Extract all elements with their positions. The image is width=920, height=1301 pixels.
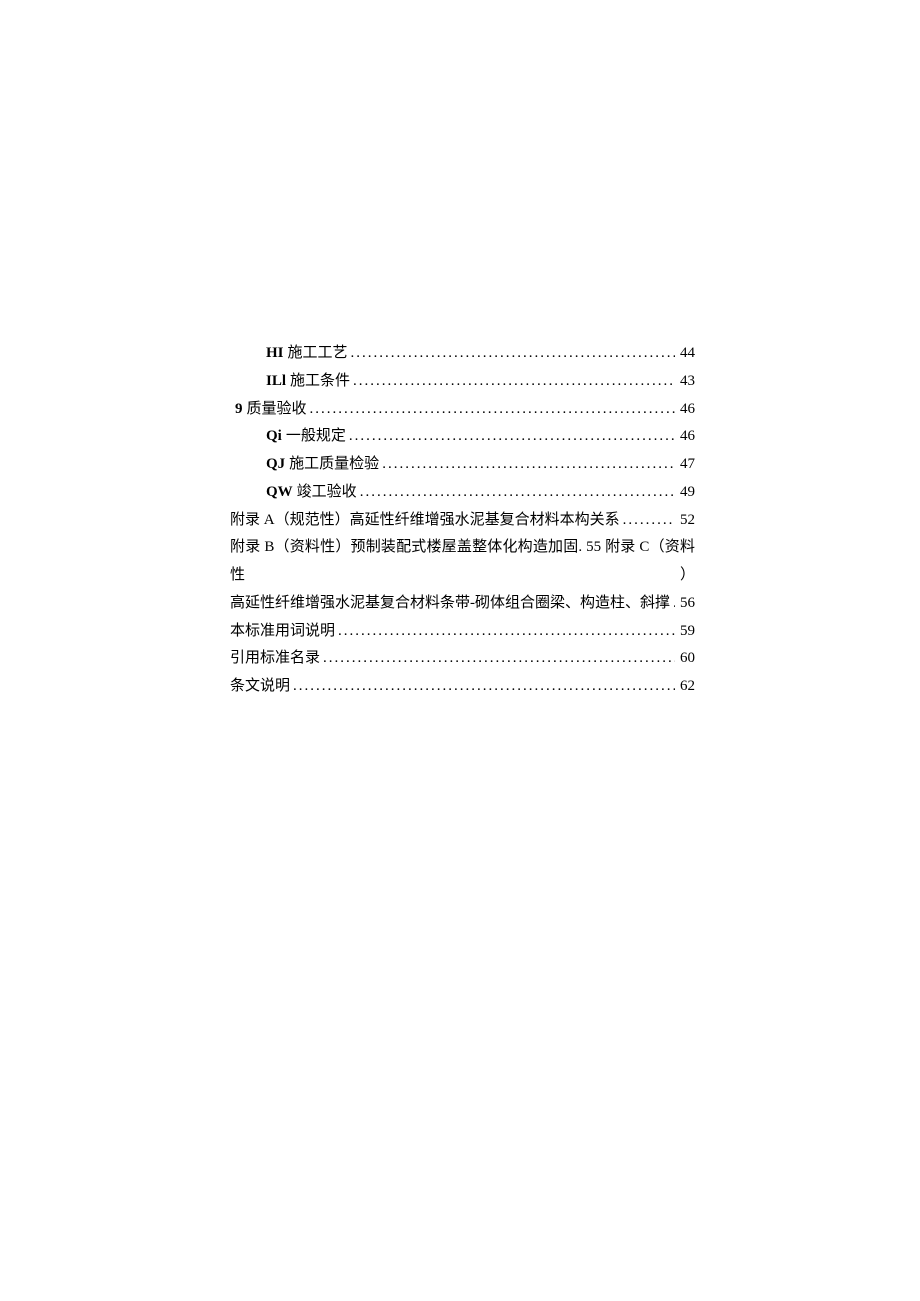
- toc-row: 9 质量验收 46: [230, 396, 695, 424]
- toc-page-number: 56: [678, 590, 695, 618]
- toc-title: 高延性纤维增强水泥基复合材料条带-砌体组合圈梁、构造柱、斜撑: [230, 590, 670, 618]
- toc-leader-dots: [307, 396, 678, 424]
- toc-title: 附录 A（规范性）高延性纤维增强水泥基复合材料本构关系: [230, 507, 620, 535]
- toc-page-number: 52: [678, 507, 695, 535]
- toc-row: 引用标准名录 60: [230, 645, 695, 673]
- toc-prefix: 9: [235, 396, 247, 424]
- toc-leader-dots: [357, 479, 678, 507]
- document-page: HI 施工工艺 44 ILl 施工条件 43 9 质量验收 46 Qi 一般规定…: [0, 0, 920, 701]
- toc-page-number: 47: [678, 451, 695, 479]
- toc-title: 质量验收: [247, 396, 307, 424]
- toc-leader-dots: [335, 618, 678, 646]
- toc-prefix: QW: [266, 479, 297, 507]
- toc-leader-dots: [290, 673, 678, 701]
- toc-leader-dots: [348, 340, 678, 368]
- toc-leader-dots: [350, 368, 678, 396]
- toc-leader-dots: [320, 645, 678, 673]
- toc-row: 条文说明 62: [230, 673, 695, 701]
- toc-leader-dots: [670, 590, 678, 618]
- toc-page-number: 46: [678, 396, 695, 424]
- toc-page-number: 43: [678, 368, 695, 396]
- toc-prefix: Qi: [266, 423, 286, 451]
- toc-title: 附录 B（资料性）预制装配式楼屋盖整体化构造加固. 55 附录 C（资料性）: [230, 539, 695, 583]
- toc-row: Qi 一般规定 46: [230, 423, 695, 451]
- toc-title: 竣工验收: [297, 479, 357, 507]
- toc-title: 条文说明: [230, 673, 290, 701]
- toc-title: 施工工艺: [288, 340, 348, 368]
- toc-row: 本标准用词说明 59: [230, 618, 695, 646]
- toc-row: QW 竣工验收 49: [230, 479, 695, 507]
- toc-row: ILl 施工条件 43: [230, 368, 695, 396]
- toc-page-number: 60: [678, 645, 695, 673]
- toc-leader-dots: [346, 423, 678, 451]
- toc-row-appendix-b-c: 附录 B（资料性）预制装配式楼屋盖整体化构造加固. 55 附录 C（资料性）: [230, 534, 695, 590]
- toc-title: 一般规定: [286, 423, 346, 451]
- toc-title: 引用标准名录: [230, 645, 320, 673]
- toc-page-number: 49: [678, 479, 695, 507]
- toc-leader-dots: [379, 451, 678, 479]
- toc-leader-dots: [620, 507, 678, 535]
- toc-page-number: 62: [678, 673, 695, 701]
- toc-title: 施工质量检验: [289, 451, 379, 479]
- toc-title: 施工条件: [290, 368, 350, 396]
- toc-row: HI 施工工艺 44: [230, 340, 695, 368]
- toc-row-appendix-c-cont: 高延性纤维增强水泥基复合材料条带-砌体组合圈梁、构造柱、斜撑 56: [230, 590, 695, 618]
- toc-page-number: 46: [678, 423, 695, 451]
- toc-page-number: 59: [678, 618, 695, 646]
- toc-prefix: QJ: [266, 451, 289, 479]
- toc-row-appendix-a: 附录 A（规范性）高延性纤维增强水泥基复合材料本构关系 52: [230, 507, 695, 535]
- toc-prefix: HI: [266, 340, 288, 368]
- toc-prefix: ILl: [266, 368, 290, 396]
- toc-page-number: 44: [678, 340, 695, 368]
- toc-title: 本标准用词说明: [230, 618, 335, 646]
- toc-row: QJ 施工质量检验 47: [230, 451, 695, 479]
